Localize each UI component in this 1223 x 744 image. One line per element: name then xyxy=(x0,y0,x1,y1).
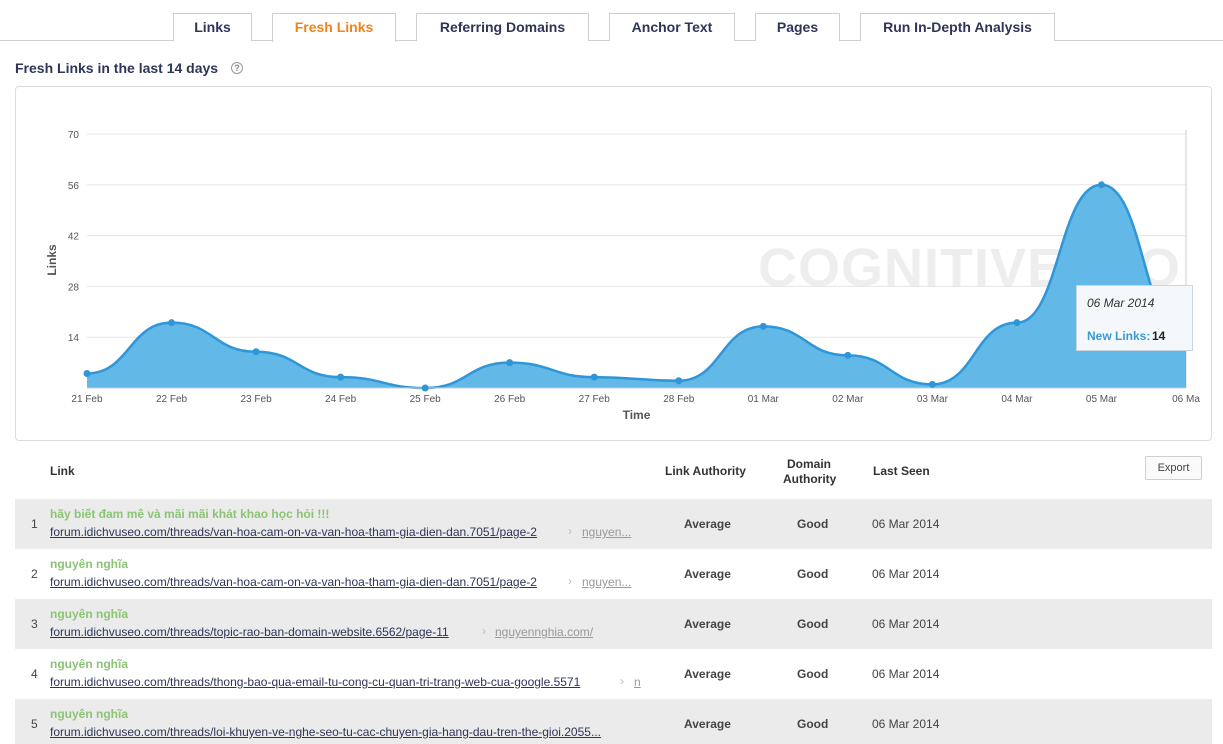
x-tick-label: 26 Feb xyxy=(494,394,526,405)
source-url-link[interactable]: forum.idichvuseo.com/threads/van-hoa-cam… xyxy=(50,575,537,589)
link-authority-value: Average xyxy=(684,717,731,731)
x-tick-label: 03 Mar xyxy=(917,394,949,405)
row-index: 4 xyxy=(31,667,38,681)
help-icon[interactable]: ? xyxy=(231,62,243,74)
data-point xyxy=(844,351,852,359)
table-row: 3 nguyên nghĩa forum.idichvuseo.com/thre… xyxy=(15,599,1212,649)
data-point xyxy=(83,369,91,377)
data-point xyxy=(421,384,429,392)
x-axis-title: Time xyxy=(623,408,651,422)
last-seen-value: 06 Mar 2014 xyxy=(872,667,940,681)
row-index: 5 xyxy=(31,717,38,731)
last-seen-value: 06 Mar 2014 xyxy=(872,517,940,531)
y-tick-label: 56 xyxy=(68,181,80,192)
chart-panel: COGNITIVESEO 14 28 42 56 70 21 Feb 22 Feb 23 Fe… xyxy=(15,86,1212,441)
chevron-right-icon: › xyxy=(568,524,572,538)
data-point xyxy=(168,319,176,327)
data-point xyxy=(1013,319,1021,327)
y-tick-label: 14 xyxy=(68,333,80,344)
last-seen-value: 06 Mar 2014 xyxy=(872,717,940,731)
data-point xyxy=(928,380,936,388)
y-tick-label: 42 xyxy=(68,232,80,243)
x-tick-label: 06 Ma xyxy=(1172,394,1200,405)
chevron-right-icon: › xyxy=(482,624,486,638)
tab-bar: Links Fresh Links Referring Domains Anch… xyxy=(0,0,1223,42)
tab-run-in-depth-analysis[interactable]: Run In-Depth Analysis xyxy=(860,13,1055,41)
target-url-link[interactable]: nguyen... xyxy=(582,575,631,589)
header-link[interactable]: Link xyxy=(50,464,75,478)
tooltip-date: 06 Mar 2014 xyxy=(1087,296,1155,310)
data-point xyxy=(759,322,767,330)
domain-authority-value: Good xyxy=(797,717,829,731)
header-last-seen[interactable]: Last Seen xyxy=(873,464,930,478)
domain-authority-value: Good xyxy=(797,667,829,681)
link-authority-value: Average xyxy=(684,517,731,531)
x-tick-label: 21 Feb xyxy=(71,394,103,405)
export-button[interactable]: Export xyxy=(1145,456,1202,480)
target-url-link[interactable]: n xyxy=(634,675,641,689)
last-seen-value: 06 Mar 2014 xyxy=(872,617,940,631)
chevron-right-icon: › xyxy=(620,674,624,688)
domain-authority-value: Good xyxy=(797,567,829,581)
tab-fresh-links[interactable]: Fresh Links xyxy=(272,13,396,42)
data-point xyxy=(675,377,683,385)
domain-authority-value: Good xyxy=(797,617,829,631)
fresh-links-chart: 14 28 42 56 70 21 Feb 22 Feb 23 Feb 24 Feb 25 Feb… xyxy=(45,130,1200,422)
y-tick-label: 70 xyxy=(68,130,80,141)
x-tick-label: 25 Feb xyxy=(410,394,442,405)
anchor-text: nguyên nghĩa xyxy=(50,657,128,671)
row-index: 1 xyxy=(31,517,38,531)
table-row: 2 nguyên nghĩa forum.idichvuseo.com/thre… xyxy=(15,549,1212,599)
section-title: Fresh Links in the last 14 days xyxy=(15,60,219,76)
data-point xyxy=(1097,181,1105,189)
x-tick-label: 02 Mar xyxy=(832,394,864,405)
tab-anchor-text[interactable]: Anchor Text xyxy=(609,13,735,41)
x-tick-label: 28 Feb xyxy=(663,394,695,405)
data-point xyxy=(252,348,260,356)
data-point xyxy=(590,373,598,381)
anchor-text: hãy biết đam mê và mãi mãi khát khao học… xyxy=(50,507,330,521)
last-seen-value: 06 Mar 2014 xyxy=(872,567,940,581)
source-url-link[interactable]: forum.idichvuseo.com/threads/van-hoa-cam… xyxy=(50,525,537,539)
row-index: 2 xyxy=(31,567,38,581)
chart-tooltip: 06 Mar 2014 New Links: 14 xyxy=(1076,285,1193,351)
tab-links[interactable]: Links xyxy=(173,13,252,41)
target-url-link[interactable]: nguyennghia.com/ xyxy=(495,625,593,639)
data-point xyxy=(337,373,345,381)
link-authority-value: Average xyxy=(684,667,731,681)
x-tick-label: 01 Mar xyxy=(748,394,780,405)
header-domain-authority-line1[interactable]: Domain xyxy=(787,457,831,471)
tooltip-label: New Links: xyxy=(1087,329,1151,343)
x-tick-label: 27 Feb xyxy=(579,394,611,405)
x-tick-label: 23 Feb xyxy=(241,394,273,405)
domain-authority-value: Good xyxy=(797,517,829,531)
x-tick-label: 05 Mar xyxy=(1086,394,1118,405)
source-url-link[interactable]: forum.idichvuseo.com/threads/thong-bao-q… xyxy=(50,675,580,689)
tab-referring-domains[interactable]: Referring Domains xyxy=(416,13,589,41)
anchor-text: nguyên nghĩa xyxy=(50,607,128,621)
x-tick-label: 04 Mar xyxy=(1001,394,1033,405)
header-domain-authority-line2[interactable]: Authority xyxy=(783,472,836,486)
x-tick-label: 24 Feb xyxy=(325,394,357,405)
tab-pages[interactable]: Pages xyxy=(755,13,840,41)
anchor-text: nguyên nghĩa xyxy=(50,707,128,721)
link-authority-value: Average xyxy=(684,567,731,581)
table-header: Link Link Authority Domain Authority Las… xyxy=(15,450,1212,498)
table-row: 5 nguyên nghĩa forum.idichvuseo.com/thre… xyxy=(15,699,1212,744)
header-link-authority[interactable]: Link Authority xyxy=(665,464,746,478)
source-url-link[interactable]: forum.idichvuseo.com/threads/topic-rao-b… xyxy=(50,625,449,639)
y-axis-title: Links xyxy=(45,244,59,276)
tooltip-value: 14 xyxy=(1152,329,1166,343)
y-tick-label: 28 xyxy=(68,282,80,293)
source-url-link[interactable]: forum.idichvuseo.com/threads/loi-khuyen-… xyxy=(50,725,601,739)
target-url-link[interactable]: nguyen... xyxy=(582,525,631,539)
link-authority-value: Average xyxy=(684,617,731,631)
data-point xyxy=(506,359,514,367)
chevron-right-icon: › xyxy=(568,574,572,588)
x-tick-label: 22 Feb xyxy=(156,394,188,405)
row-index: 3 xyxy=(31,617,38,631)
anchor-text: nguyên nghĩa xyxy=(50,557,128,571)
table-row: 4 nguyên nghĩa forum.idichvuseo.com/thre… xyxy=(15,649,1212,699)
table-row: 1 hãy biết đam mê và mãi mãi khát khao h… xyxy=(15,499,1212,549)
